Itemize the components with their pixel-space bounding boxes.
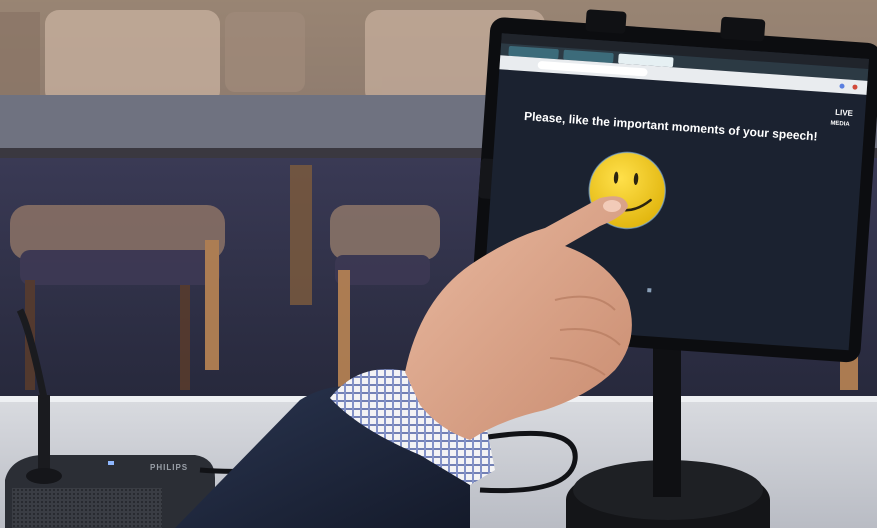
photo-scene: PHILIPS LIVE MEDIA Please, like the impo… [0, 0, 877, 528]
live-media-logo: LIVE [835, 108, 854, 118]
philips-logo: PHILIPS [150, 463, 188, 472]
